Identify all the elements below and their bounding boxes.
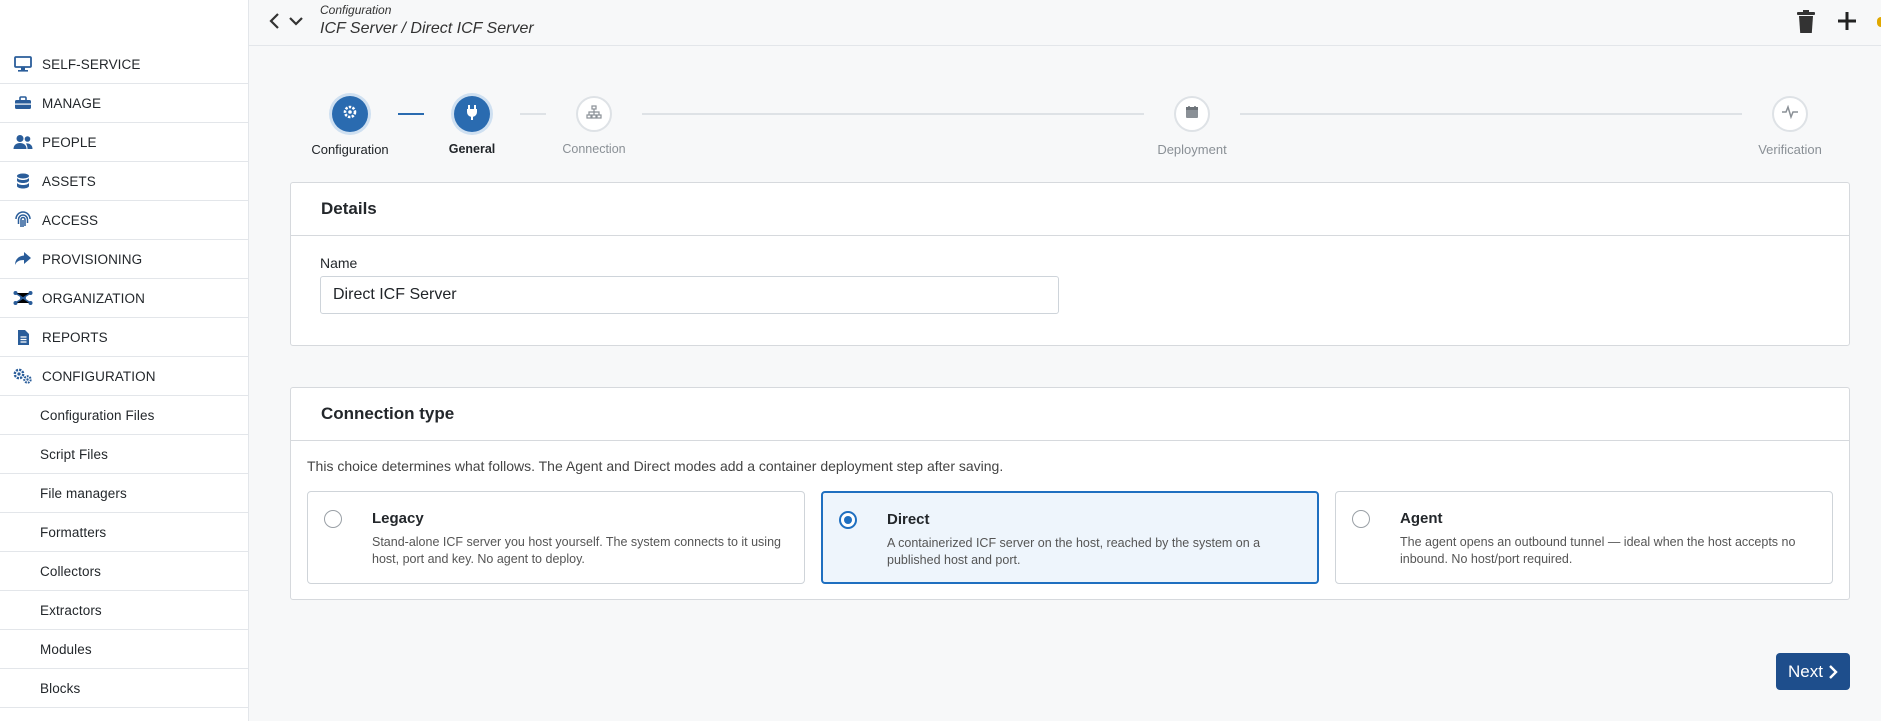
chevron-right-icon xyxy=(1828,664,1838,679)
calendar-icon xyxy=(1185,105,1199,124)
sidebar-item-organization[interactable]: ORGANIZATION xyxy=(0,279,248,318)
sidebar-item-label: ASSETS xyxy=(42,173,96,189)
breadcrumb-section: Configuration xyxy=(320,3,392,17)
step-label: Verification xyxy=(1758,142,1822,157)
sidebar-item-label: SELF-SERVICE xyxy=(42,56,141,72)
status-indicator xyxy=(1877,17,1881,27)
sidebar-item-label: PEOPLE xyxy=(42,134,97,150)
plus-icon[interactable] xyxy=(1836,10,1858,32)
sidebar-subitem-label: Collectors xyxy=(40,563,102,579)
back-chevron-icon[interactable] xyxy=(266,11,284,31)
sidebar-item-label: ORGANIZATION xyxy=(42,290,145,306)
sidebar-subitem-label: File managers xyxy=(40,485,127,501)
step-deployment[interactable] xyxy=(1174,96,1210,132)
top-header: Configuration ICF Server / Direct ICF Se… xyxy=(249,0,1881,46)
network-icon xyxy=(12,287,34,309)
stepper-line xyxy=(398,113,424,115)
sidebar-item-label: PROVISIONING xyxy=(42,251,143,267)
step-verification[interactable] xyxy=(1772,96,1808,132)
sidebar-item-self-service[interactable]: SELF-SERVICE xyxy=(0,45,248,84)
sidebar-item-label: ACCESS xyxy=(42,212,99,228)
option-description: A containerized ICF server on the host, … xyxy=(887,536,1261,567)
option-title: Direct xyxy=(887,511,930,528)
next-button[interactable]: Next xyxy=(1776,653,1850,690)
sidebar-item-access[interactable]: ACCESS xyxy=(0,201,248,240)
plug-icon xyxy=(465,104,479,125)
step-label: General xyxy=(448,142,496,156)
sidebar-subitem-label: Formatters xyxy=(40,524,107,540)
stepper-line xyxy=(1240,113,1742,115)
heartbeat-icon xyxy=(1781,104,1799,124)
step-connection[interactable] xyxy=(576,96,612,132)
sidebar-item-label: CONFIGURATION xyxy=(42,368,156,384)
sidebar-subitem-script-files[interactable]: Script Files xyxy=(0,435,248,474)
gears-icon xyxy=(12,365,34,387)
details-title: Details xyxy=(291,183,1849,236)
details-card: Details Name xyxy=(290,182,1850,346)
sidebar-subitem-file-managers[interactable]: File managers xyxy=(0,474,248,513)
sidebar-subitem-label: Script Files xyxy=(40,446,108,462)
stepper-line xyxy=(642,113,1144,115)
sidebar-item-provisioning[interactable]: PROVISIONING xyxy=(0,240,248,279)
app-root: SELF-SERVICE MANAGE PEOPLE ASSETS ACCESS xyxy=(0,0,1881,721)
option-title: Agent xyxy=(1400,510,1443,527)
connection-type-title: Connection type xyxy=(291,388,1849,441)
sidebar-subitem-collectors[interactable]: Collectors xyxy=(0,552,248,591)
sidebar-subitem-formatters[interactable]: Formatters xyxy=(0,513,248,552)
sidebar-item-people[interactable]: PEOPLE xyxy=(0,123,248,162)
connection-type-description: This choice determines what follows. The… xyxy=(307,458,1004,474)
sitemap-icon xyxy=(586,104,602,124)
sidebar-subitem-label: Extractors xyxy=(40,602,102,618)
fingerprint-icon xyxy=(12,209,34,231)
sidebar-subitem-label: Blocks xyxy=(40,680,81,696)
sidebar-item-label: MANAGE xyxy=(42,95,102,111)
name-label: Name xyxy=(320,255,358,271)
gear-icon xyxy=(342,104,358,125)
sidebar-subitem-extractors[interactable]: Extractors xyxy=(0,591,248,630)
step-label: Connection xyxy=(562,142,626,156)
option-legacy[interactable]: Legacy Stand-alone ICF server you host y… xyxy=(307,491,805,584)
toolbox-icon xyxy=(12,92,34,114)
radio-direct[interactable] xyxy=(839,511,857,529)
stepper-line xyxy=(520,113,546,115)
sidebar: SELF-SERVICE MANAGE PEOPLE ASSETS ACCESS xyxy=(0,0,249,721)
sidebar-subitem-label: Configuration Files xyxy=(40,407,155,423)
breadcrumb: ICF Server / Direct ICF Server xyxy=(320,20,534,37)
sidebar-item-reports[interactable]: REPORTS xyxy=(0,318,248,357)
name-input[interactable] xyxy=(320,276,1059,314)
sidebar-item-manage[interactable]: MANAGE xyxy=(0,84,248,123)
option-title: Legacy xyxy=(372,510,424,527)
database-icon xyxy=(12,170,34,192)
users-icon xyxy=(12,131,34,153)
sidebar-subitem-label: Modules xyxy=(40,641,92,657)
connection-type-card: Connection type This choice determines w… xyxy=(290,387,1850,600)
sidebar-subitem-configuration-files[interactable]: Configuration Files xyxy=(0,396,248,435)
sidebar-item-configuration[interactable]: CONFIGURATION xyxy=(0,357,248,396)
sidebar-item-label: REPORTS xyxy=(42,329,108,345)
step-label: Deployment xyxy=(1157,142,1227,157)
option-agent[interactable]: Agent The agent opens an outbound tunnel… xyxy=(1335,491,1833,584)
sidebar-subitem-modules[interactable]: Modules xyxy=(0,630,248,669)
radio-legacy[interactable] xyxy=(324,510,342,528)
step-configuration[interactable] xyxy=(332,96,368,132)
option-description: Stand-alone ICF server you host yourself… xyxy=(372,535,781,566)
trash-icon[interactable] xyxy=(1795,9,1817,35)
share-arrow-icon xyxy=(12,248,34,270)
sidebar-subitem-blocks[interactable]: Blocks xyxy=(0,669,248,708)
next-button-label: Next xyxy=(1788,661,1823,681)
radio-agent[interactable] xyxy=(1352,510,1370,528)
step-general[interactable] xyxy=(454,96,490,132)
monitor-icon xyxy=(12,53,34,75)
option-direct[interactable]: Direct A containerized ICF server on the… xyxy=(821,491,1319,584)
option-description: The agent opens an outbound tunnel — ide… xyxy=(1400,535,1796,566)
chevron-down-icon[interactable] xyxy=(287,11,305,31)
file-icon xyxy=(12,326,34,348)
sidebar-item-assets[interactable]: ASSETS xyxy=(0,162,248,201)
step-label: Configuration xyxy=(311,142,389,157)
